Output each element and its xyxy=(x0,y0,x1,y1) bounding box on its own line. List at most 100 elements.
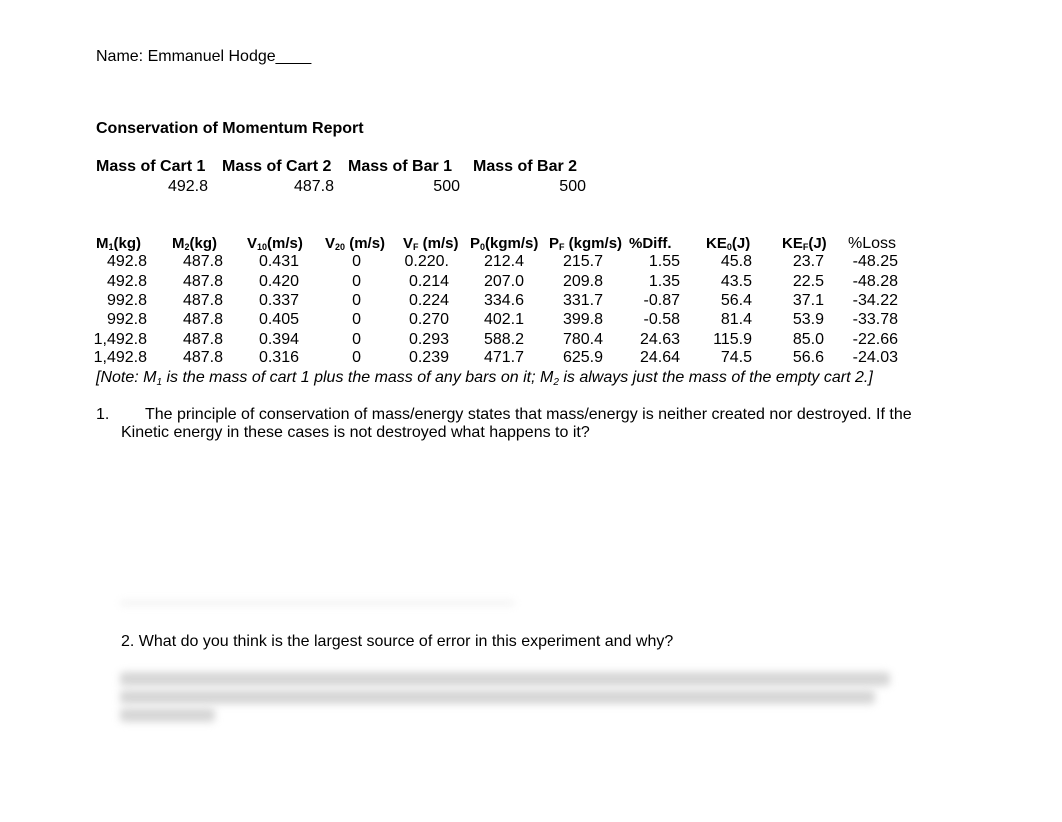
header-main: %Diff. xyxy=(629,235,672,252)
cell-v20: 0 xyxy=(352,311,361,328)
cell-p0: 588.2 xyxy=(483,331,524,348)
cell-pct-loss: -24.03 xyxy=(852,349,898,366)
cell-m2: 487.8 xyxy=(182,292,223,309)
cell-pf: 780.4 xyxy=(562,331,603,348)
cell-vf: 0.270 xyxy=(408,311,449,328)
cell-pct-diff: 24.64 xyxy=(639,349,680,366)
cell-m2: 487.8 xyxy=(182,273,223,290)
cell-m2: 487.8 xyxy=(182,331,223,348)
cell-pct-diff: -0.58 xyxy=(643,311,680,328)
question-2-text: 2. What do you think is the largest sour… xyxy=(121,633,674,650)
cell-pct-loss: -34.22 xyxy=(852,292,898,309)
cell-m1: 992.8 xyxy=(106,292,147,309)
cell-p0: 402.1 xyxy=(483,311,524,328)
cell-pct-loss: -48.25 xyxy=(852,253,898,270)
header-unit: (J) xyxy=(731,235,751,252)
cell-vf: 0.293 xyxy=(408,331,449,348)
cell-m2: 487.8 xyxy=(182,349,223,366)
cell-pct-loss: -48.28 xyxy=(852,273,898,290)
cell-kef: 53.9 xyxy=(792,311,824,328)
header-main: V xyxy=(325,235,336,252)
redacted-answer-1 xyxy=(120,601,515,605)
cell-v20: 0 xyxy=(352,273,361,290)
cell-m2: 487.8 xyxy=(182,311,223,328)
cell-kef: 23.7 xyxy=(792,253,824,270)
header-main: M xyxy=(172,235,185,252)
column-header-pct-loss: %Loss xyxy=(848,235,896,253)
column-header-v20: V20 (m/s) xyxy=(325,235,385,252)
header-main: KE xyxy=(782,235,803,252)
cell-vf: 0.224 xyxy=(408,292,449,309)
cell-m1: 992.8 xyxy=(106,311,147,328)
header-unit: (kg) xyxy=(189,235,218,252)
cell-pct-diff: 1.35 xyxy=(648,273,680,290)
cell-pf: 209.8 xyxy=(562,273,603,290)
cell-vf: 0.220. xyxy=(404,253,449,270)
column-header-pf: PF (kgm/s) xyxy=(549,235,622,252)
redacted-line xyxy=(120,690,875,704)
note-text: is the mass of cart 1 plus the mass of a… xyxy=(162,369,554,386)
cell-v20: 0 xyxy=(352,292,361,309)
header-unit: (kg) xyxy=(113,235,142,252)
header-main: P xyxy=(470,235,481,252)
header-unit: (J) xyxy=(808,235,827,252)
mass-value-bar1: 500 xyxy=(433,178,460,195)
cell-ke0: 81.4 xyxy=(720,311,752,328)
cell-kef: 85.0 xyxy=(792,331,824,348)
header-subscript: 10 xyxy=(257,242,268,252)
cell-pct-loss: -33.78 xyxy=(852,311,898,328)
cell-pct-diff: -0.87 xyxy=(643,292,680,309)
header-unit: (m/s) xyxy=(418,235,459,252)
student-name: Name: Emmanuel Hodge____ xyxy=(96,48,312,65)
column-header-p0: P0(kgm/s) xyxy=(470,235,538,252)
question-1-number: 1. xyxy=(96,406,110,423)
cell-pf: 215.7 xyxy=(562,253,603,270)
mass-value-bar2: 500 xyxy=(559,178,586,195)
column-header-ke0: KE0(J) xyxy=(706,235,750,252)
header-unit: (kgm/s) xyxy=(564,235,623,252)
cell-v20: 0 xyxy=(352,331,361,348)
header-main: %Loss xyxy=(848,235,897,252)
cell-ke0: 45.8 xyxy=(720,253,752,270)
redacted-line xyxy=(120,672,890,686)
column-header-kef: KEF(J) xyxy=(782,235,827,252)
cell-ke0: 43.5 xyxy=(720,273,752,290)
header-main: V xyxy=(247,235,258,252)
header-main: V xyxy=(403,235,414,252)
cell-pf: 625.9 xyxy=(562,349,603,366)
cell-pct-diff: 1.55 xyxy=(648,253,680,270)
mass-header-bar2: Mass of Bar 2 xyxy=(473,158,578,175)
mass-value-cart2: 487.8 xyxy=(293,178,334,195)
cell-p0: 334.6 xyxy=(483,292,524,309)
cell-pf: 399.8 xyxy=(562,311,603,328)
mass-header-bar1: Mass of Bar 1 xyxy=(348,158,453,175)
header-unit: (m/s) xyxy=(267,235,303,252)
mass-value-cart1: 492.8 xyxy=(167,178,208,195)
note-text: [Note: M xyxy=(96,369,157,386)
header-main: KE xyxy=(706,235,727,252)
header-unit: (m/s) xyxy=(345,235,386,252)
cell-vf: 0.239 xyxy=(408,349,449,366)
cell-p0: 207.0 xyxy=(483,273,524,290)
cell-ke0: 74.5 xyxy=(720,349,752,366)
column-header-m2: M2(kg) xyxy=(172,235,217,252)
cell-p0: 471.7 xyxy=(483,349,524,366)
cell-pf: 331.7 xyxy=(562,292,603,309)
cell-kef: 22.5 xyxy=(792,273,824,290)
cell-pct-loss: -22.66 xyxy=(852,331,898,348)
report-title: Conservation of Momentum Report xyxy=(96,120,364,137)
cell-m2: 487.8 xyxy=(182,253,223,270)
column-header-vf: VF (m/s) xyxy=(403,235,459,252)
mass-header-cart1: Mass of Cart 1 xyxy=(96,158,206,175)
column-header-v10: V10(m/s) xyxy=(247,235,303,252)
question-1-line2: Kinetic energy in these cases is not des… xyxy=(121,424,590,441)
header-unit: (kgm/s) xyxy=(485,235,539,252)
header-main: M xyxy=(96,235,109,252)
cell-v20: 0 xyxy=(352,349,361,366)
cell-p0: 212.4 xyxy=(483,253,524,270)
header-main: P xyxy=(549,235,560,252)
cell-m1: 492.8 xyxy=(106,253,147,270)
mass-header-cart2: Mass of Cart 2 xyxy=(222,158,332,175)
cell-kef: 56.6 xyxy=(792,349,824,366)
cell-kef: 37.1 xyxy=(792,292,824,309)
